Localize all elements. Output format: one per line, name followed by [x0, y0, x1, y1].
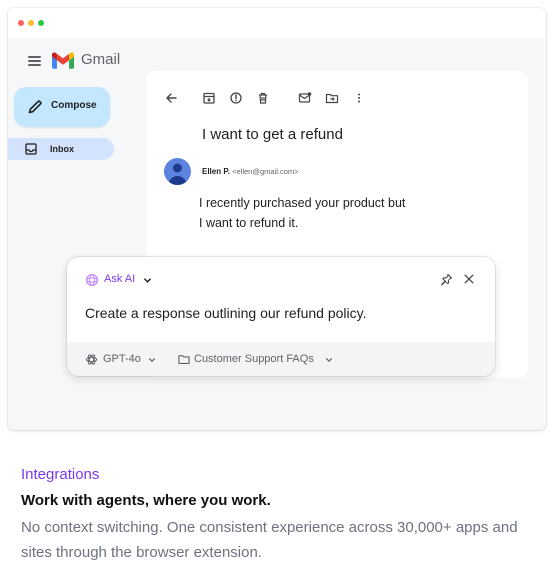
report-spam-icon[interactable]	[229, 91, 243, 105]
model-selector[interactable]: GPT-4o	[103, 353, 141, 365]
pencil-icon	[28, 100, 42, 114]
ai-prompt-text[interactable]: Create a response outlining our refund p…	[85, 305, 366, 321]
openai-logo-icon	[85, 354, 98, 365]
ask-ai-label: Ask AI	[104, 273, 136, 285]
more-vert-icon[interactable]	[352, 91, 366, 105]
compose-label: Compose	[51, 100, 97, 111]
delete-icon[interactable]	[256, 91, 270, 105]
chevron-down-icon[interactable]	[148, 356, 156, 364]
compose-button[interactable]: Compose	[14, 87, 110, 127]
email-subject: I want to get a refund	[202, 126, 343, 143]
section-eyebrow: Integrations	[21, 466, 100, 483]
maximize-window-dot[interactable]	[38, 20, 44, 26]
ask-ai-footer: GPT-4o Customer Support FAQs	[67, 342, 495, 376]
email-body-line: I want to refund it.	[199, 216, 299, 230]
folder-icon	[178, 355, 190, 365]
move-to-icon[interactable]	[325, 91, 339, 105]
hamburger-menu-icon[interactable]	[28, 56, 41, 66]
window-titlebar	[8, 8, 546, 38]
close-icon[interactable]	[463, 273, 475, 285]
inbox-label: Inbox	[50, 144, 74, 154]
close-window-dot[interactable]	[18, 20, 24, 26]
ai-sparkle-icon	[85, 273, 99, 287]
gmail-wordmark: Gmail	[81, 51, 121, 68]
sender-line: Ellen P. <ellen@gmail.com>	[202, 167, 299, 176]
back-arrow-icon[interactable]	[164, 91, 178, 105]
section-headline: Work with agents, where you work.	[21, 492, 271, 509]
person-icon	[168, 163, 187, 185]
pin-icon[interactable]	[440, 273, 453, 286]
email-body-line: I recently purchased your product but	[199, 196, 406, 210]
sidebar-item-inbox[interactable]: Inbox	[8, 138, 114, 160]
sender-avatar	[164, 158, 191, 185]
mark-unread-icon[interactable]	[298, 91, 312, 105]
chevron-down-icon	[144, 278, 151, 283]
minimize-window-dot[interactable]	[28, 20, 34, 26]
knowledge-source-selector[interactable]: Customer Support FAQs	[194, 353, 314, 365]
email-body: I recently purchased your product but I …	[199, 193, 459, 233]
sender-email: <ellen@gmail.com>	[232, 167, 299, 176]
ask-ai-panel: Ask AI Create a response outlining our r…	[67, 257, 495, 376]
gmail-logo-icon	[52, 52, 74, 69]
inbox-icon	[25, 143, 37, 155]
sender-name: Ellen P.	[202, 167, 230, 176]
archive-icon[interactable]	[202, 91, 216, 105]
chevron-down-icon[interactable]	[325, 356, 333, 364]
section-description: No context switching. One consistent exp…	[21, 519, 518, 561]
